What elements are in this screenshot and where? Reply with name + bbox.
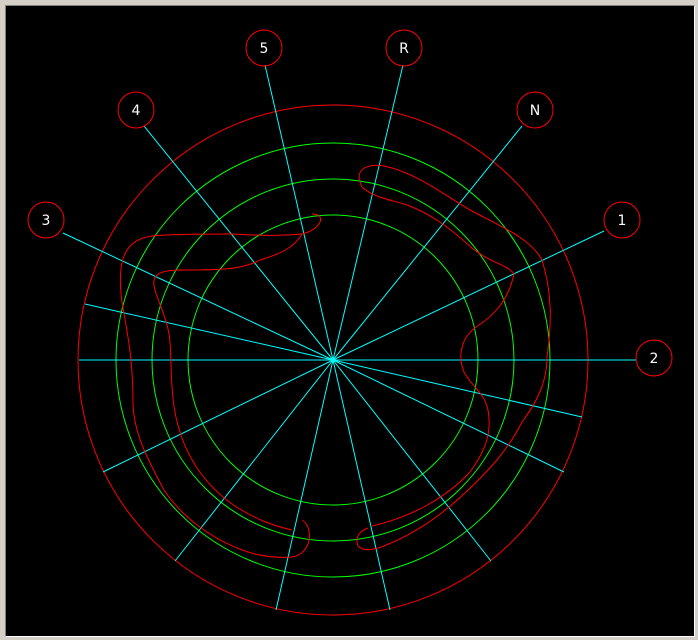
ray-3 <box>62 232 334 361</box>
label-2-text: 2 <box>650 351 659 367</box>
ray-s-right <box>332 359 391 611</box>
ray-sw <box>102 359 334 473</box>
label-5-text: 5 <box>260 41 269 57</box>
ray-5 <box>264 64 334 361</box>
label-r-text: R <box>399 41 409 57</box>
position-labels: 5 R 4 N 3 1 2 <box>27 29 673 377</box>
label-2: 2 <box>635 339 673 377</box>
gate-path-right-outer <box>356 165 551 551</box>
gate-path-left-inner <box>153 233 303 531</box>
ray-e-lower <box>332 359 583 418</box>
label-3: 3 <box>27 201 65 239</box>
label-1: 1 <box>603 201 641 239</box>
label-n-text: N <box>530 103 540 119</box>
ray-1 <box>332 230 605 361</box>
label-r: R <box>385 29 423 67</box>
label-1-text: 1 <box>618 213 627 229</box>
gate-path-left-outer <box>119 213 322 558</box>
shift-pattern-diagram: 5 R 4 N 3 1 2 <box>27 29 673 616</box>
ray-r <box>332 64 404 361</box>
position-rays <box>62 64 636 611</box>
ray-sse <box>332 359 492 562</box>
label-4-text: 4 <box>132 103 141 119</box>
gate-path-right-inner <box>361 186 515 527</box>
ray-w-upper <box>84 303 334 361</box>
window-frame: 5 R 4 N 3 1 2 <box>0 0 698 640</box>
ray-se <box>332 359 565 473</box>
label-n: N <box>516 91 554 129</box>
label-4: 4 <box>117 91 155 129</box>
ray-s-left <box>275 359 334 611</box>
ray-n <box>332 125 523 361</box>
label-3-text: 3 <box>42 213 51 229</box>
label-5: 5 <box>245 29 283 67</box>
drawing-canvas: 5 R 4 N 3 1 2 <box>5 5 695 637</box>
ray-4 <box>143 125 334 361</box>
